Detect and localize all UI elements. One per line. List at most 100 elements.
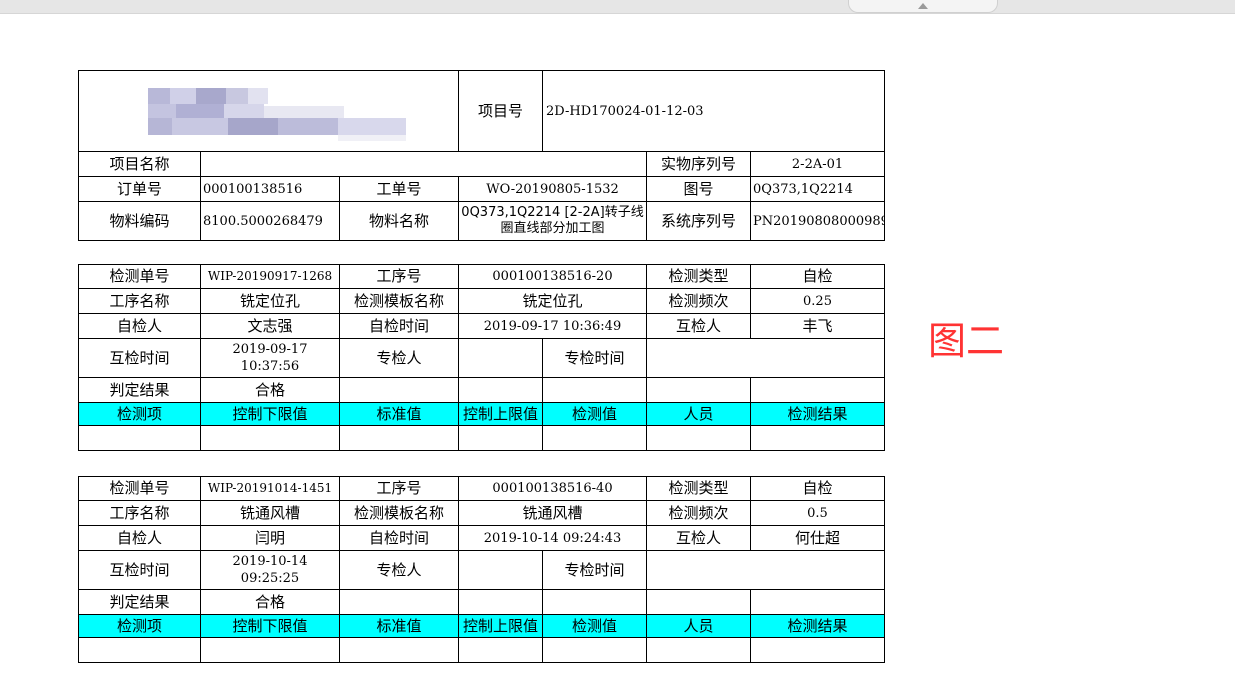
- work-order-label: 工单号: [338, 176, 460, 202]
- col-measured-value: 检测值: [542, 614, 647, 638]
- project-no-label: 项目号: [458, 70, 544, 152]
- inspection-type-label: 检测类型: [646, 476, 751, 501]
- col-lower-limit: 控制下限值: [200, 614, 340, 638]
- frequency-value: 0.5: [750, 500, 885, 526]
- empty-cell: [646, 589, 751, 615]
- mutual-time-value: 2019-09-17 10:37:56: [200, 338, 340, 378]
- special-time-value: [646, 338, 885, 378]
- table-row-cell: [542, 425, 647, 451]
- empty-cell: [458, 377, 543, 403]
- col-inspection-item: 检测项: [78, 614, 201, 638]
- physical-serial-value: 2-2A-01: [750, 151, 886, 177]
- process-no-label: 工序号: [339, 264, 459, 289]
- process-no-label: 工序号: [339, 476, 459, 501]
- col-result: 检测结果: [750, 614, 885, 638]
- empty-cell: [542, 377, 647, 403]
- inspection-no-value: WIP-20190917-1268: [200, 264, 340, 289]
- table-row-cell: [78, 637, 201, 663]
- col-result: 检测结果: [750, 402, 885, 426]
- project-no-value: 2D-HD170024-01-12-03: [542, 70, 886, 152]
- empty-cell: [750, 377, 885, 403]
- col-standard-value: 标准值: [339, 614, 459, 638]
- frequency-value: 0.25: [750, 288, 885, 314]
- special-inspector-value: [458, 550, 543, 590]
- physical-serial-label: 实物序列号: [646, 151, 752, 177]
- mutual-inspector-value: 丰飞: [750, 313, 885, 339]
- self-time-value: 2019-09-17 10:36:49: [458, 313, 647, 339]
- table-row-cell: [200, 425, 340, 451]
- self-inspector-value: 文志强: [200, 313, 340, 339]
- process-name-value: 铣通风槽: [200, 500, 340, 526]
- material-code-value: 8100.5000268479: [200, 201, 340, 241]
- col-lower-limit: 控制下限值: [200, 402, 340, 426]
- mutual-inspector-value: 何仕超: [750, 525, 885, 551]
- empty-cell: [339, 589, 459, 615]
- mutual-inspector-label: 互检人: [646, 313, 751, 339]
- special-inspector-label: 专检人: [339, 338, 459, 378]
- col-measured-value: 检测值: [542, 402, 647, 426]
- window-top-bar: [0, 0, 1235, 14]
- col-personnel: 人员: [646, 402, 751, 426]
- mutual-inspector-label: 互检人: [646, 525, 751, 551]
- table-row-cell: [646, 425, 751, 451]
- chevron-up-icon: [918, 3, 928, 9]
- drawing-no-label: 图号: [646, 176, 752, 202]
- col-upper-limit: 控制上限值: [458, 402, 543, 426]
- empty-cell: [458, 589, 543, 615]
- frequency-label: 检测频次: [646, 288, 751, 314]
- process-no-value: 000100138516-40: [458, 476, 647, 501]
- table-row-cell: [339, 637, 459, 663]
- table-row-cell: [339, 425, 459, 451]
- order-no-label: 订单号: [78, 176, 201, 202]
- inspection-type-label: 检测类型: [646, 264, 751, 289]
- special-time-value: [646, 550, 885, 590]
- process-no-value: 000100138516-20: [458, 264, 647, 289]
- table-row-cell: [200, 637, 340, 663]
- system-serial-label: 系统序列号: [646, 201, 752, 241]
- special-inspector-label: 专检人: [339, 550, 459, 590]
- template-name-value: 铣通风槽: [458, 500, 647, 526]
- mutual-time-date: 2019-10-14: [232, 554, 308, 569]
- process-name-label: 工序名称: [78, 500, 201, 526]
- material-name-label: 物料名称: [338, 201, 460, 241]
- table-row-cell: [78, 425, 201, 451]
- drawing-no-value: 0Q373,1Q2214: [750, 176, 886, 202]
- collapse-tab[interactable]: [848, 0, 998, 13]
- redacted-company-name: [148, 84, 406, 150]
- process-name-label: 工序名称: [78, 288, 201, 314]
- project-name-label: 项目名称: [78, 151, 201, 177]
- inspection-no-label: 检测单号: [78, 476, 201, 501]
- empty-cell: [750, 589, 885, 615]
- self-time-label: 自检时间: [339, 313, 459, 339]
- inspection-record-table: 检测单号 WIP-20191014-1451 工序号 000100138516-…: [78, 476, 885, 663]
- col-upper-limit: 控制上限值: [458, 614, 543, 638]
- self-time-value: 2019-10-14 09:24:43: [458, 525, 647, 551]
- inspection-no-label: 检测单号: [78, 264, 201, 289]
- system-serial-value: PN20190808000989: [750, 201, 886, 241]
- verdict-value: 合格: [200, 589, 340, 615]
- special-time-label: 专检时间: [542, 550, 647, 590]
- frequency-label: 检测频次: [646, 500, 751, 526]
- table-row-cell: [750, 425, 885, 451]
- mutual-time-value: 2019-10-14 09:25:25: [200, 550, 340, 590]
- inspection-record-table: 检测单号 WIP-20190917-1268 工序号 000100138516-…: [78, 264, 885, 451]
- col-personnel: 人员: [646, 614, 751, 638]
- process-name-value: 铣定位孔: [200, 288, 340, 314]
- table-row-cell: [458, 425, 543, 451]
- table-row-cell: [458, 637, 543, 663]
- mutual-time-label: 互检时间: [78, 338, 201, 378]
- self-inspector-label: 自检人: [78, 313, 201, 339]
- order-no-value: 000100138516: [200, 176, 340, 202]
- inspection-type-value: 自检: [750, 264, 885, 289]
- template-name-value: 铣定位孔: [458, 288, 647, 314]
- work-order-value: WO-20190805-1532: [458, 176, 648, 202]
- mutual-time-date: 2019-09-17: [232, 342, 308, 357]
- table-row-cell: [646, 637, 751, 663]
- template-name-label: 检测模板名称: [339, 288, 459, 314]
- col-inspection-item: 检测项: [78, 402, 201, 426]
- col-standard-value: 标准值: [339, 402, 459, 426]
- mutual-time-clock: 09:25:25: [240, 571, 300, 586]
- self-time-label: 自检时间: [339, 525, 459, 551]
- special-inspector-value: [458, 338, 543, 378]
- figure-label: 图二: [928, 319, 1005, 363]
